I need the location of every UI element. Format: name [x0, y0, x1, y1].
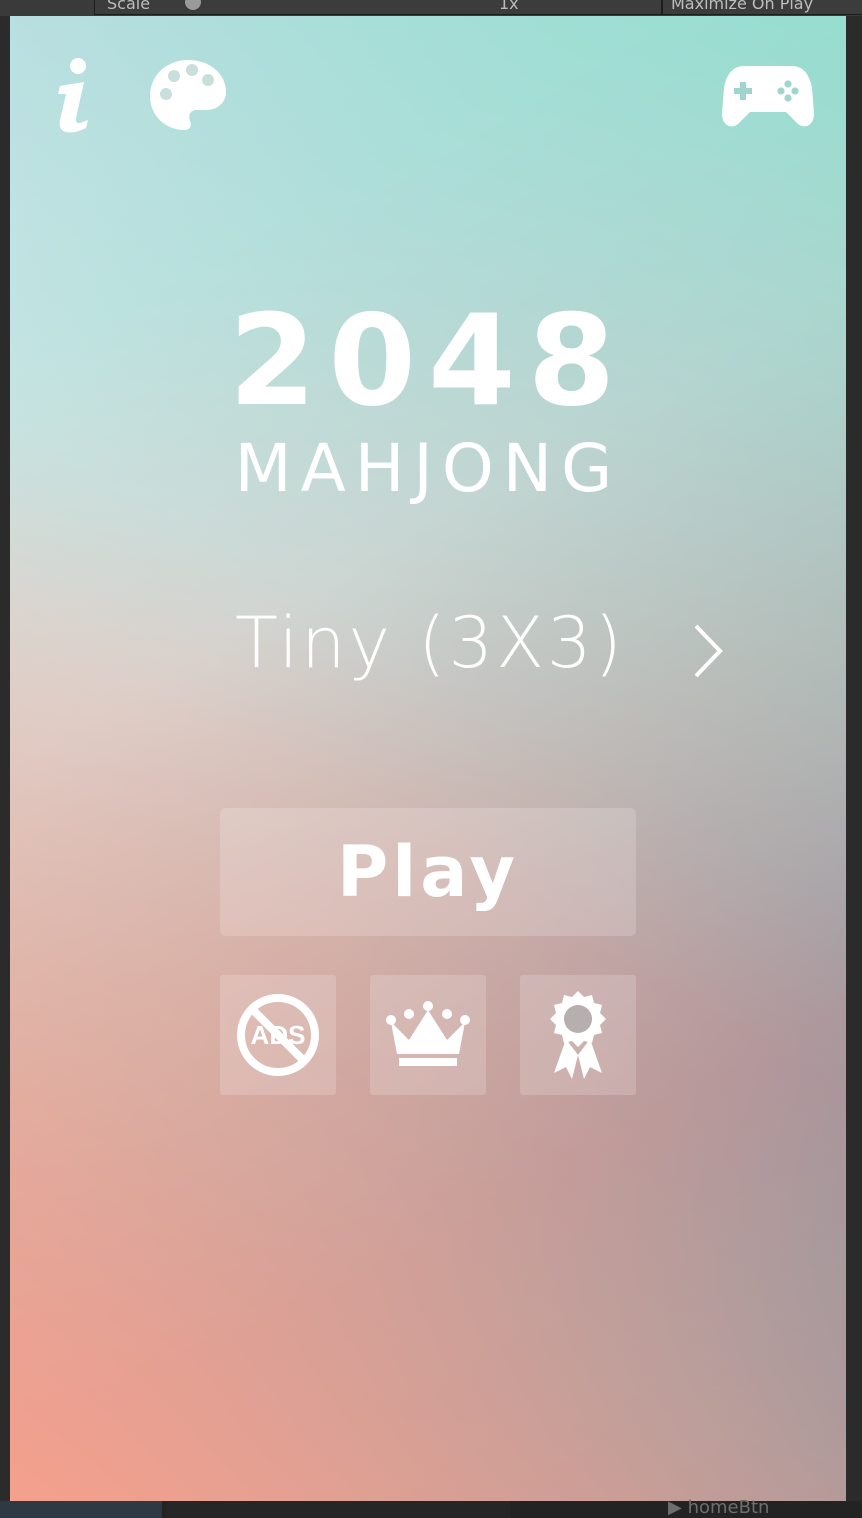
- game-title-subtitle: MAHJONG: [234, 430, 622, 507]
- editor-hierarchy-strip: ▶ homeBtn: [0, 1497, 862, 1518]
- scale-control[interactable]: Scale 1x: [94, 0, 662, 15]
- maximize-on-play-toggle[interactable]: Maximize On Play: [662, 0, 862, 15]
- hierarchy-mid-panel: [166, 1501, 510, 1518]
- games-button[interactable]: [722, 62, 814, 130]
- no-ads-icon: ADS: [237, 994, 319, 1076]
- chevron-right-icon: [694, 624, 723, 678]
- play-label: Play: [336, 831, 519, 913]
- editor-toolbar: Scale 1x Maximize On Play: [0, 0, 862, 16]
- home-screen: 2048 MAHJONG Tiny (3X3) Play ADS: [10, 16, 846, 1501]
- scale-value: 1x: [499, 0, 519, 13]
- game-title-number: 2048: [228, 287, 628, 434]
- info-button[interactable]: [50, 56, 102, 136]
- leaderboard-button[interactable]: [370, 975, 486, 1095]
- board-size-label: Tiny (3X3): [235, 602, 625, 684]
- palette-icon: [150, 60, 226, 130]
- maximize-on-play-label: Maximize On Play: [671, 0, 814, 13]
- info-icon: [58, 58, 88, 133]
- hierarchy-left-panel: [0, 1501, 162, 1518]
- scale-label: Scale: [107, 0, 151, 13]
- game-view: 2048 MAHJONG Tiny (3X3) Play ADS: [10, 16, 846, 1501]
- crown-icon: [386, 1001, 470, 1066]
- gamepad-icon: [722, 66, 814, 127]
- remove-ads-button[interactable]: ADS: [220, 975, 336, 1095]
- next-size-button[interactable]: [686, 620, 732, 682]
- theme-button[interactable]: [148, 56, 228, 136]
- achievements-button[interactable]: [520, 975, 636, 1095]
- award-ribbon-icon: [550, 991, 606, 1079]
- scale-slider-handle[interactable]: [185, 0, 201, 10]
- play-button[interactable]: Play: [220, 808, 636, 936]
